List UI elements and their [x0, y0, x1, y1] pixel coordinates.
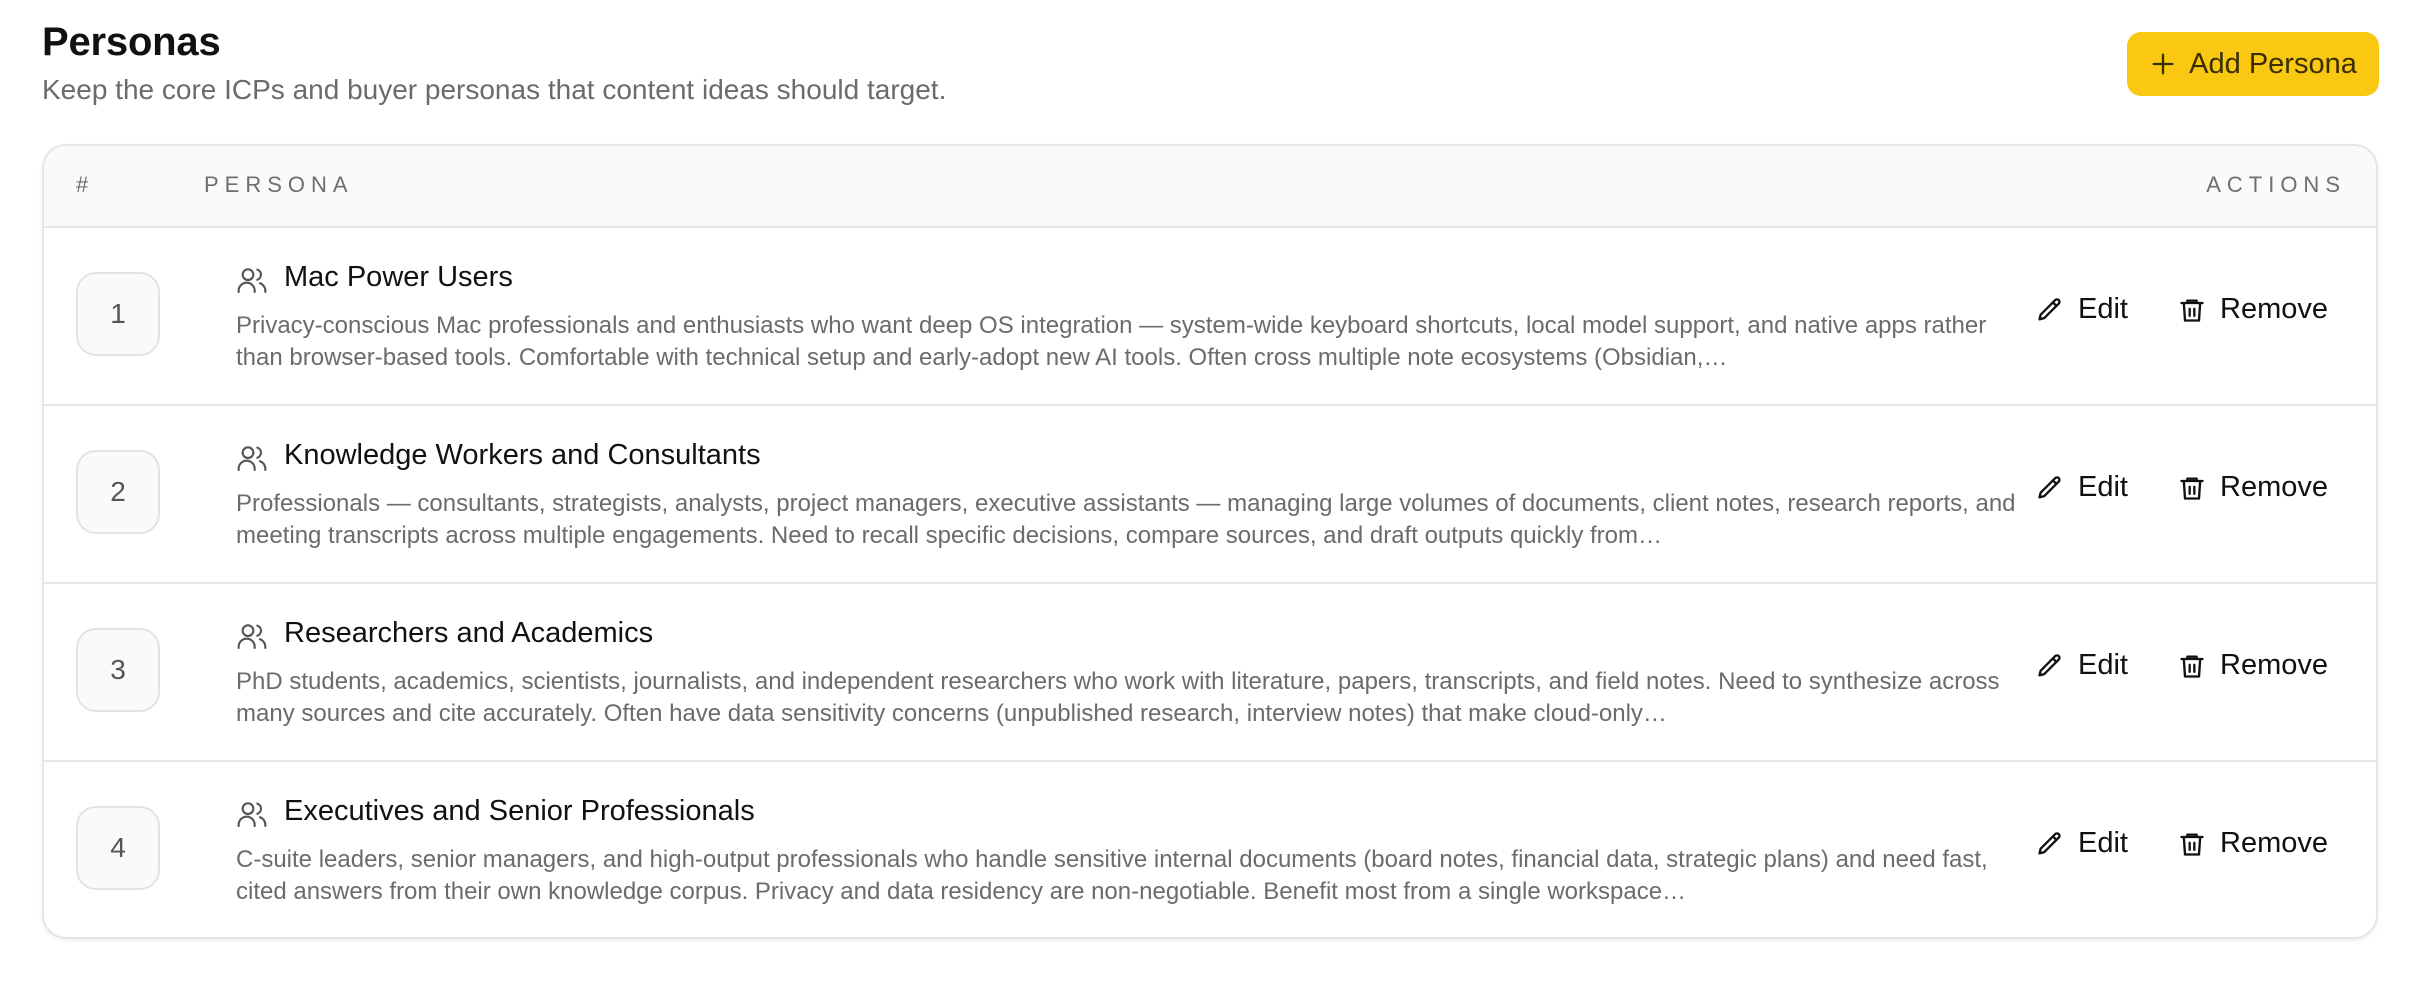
- persona-description: Professionals — consultants, strategists…: [236, 490, 2016, 549]
- trash-icon: [2180, 833, 2204, 856]
- pencil-icon: [2038, 831, 2061, 854]
- table-row: 3 Researchers and Academics PhD students…: [44, 584, 2376, 762]
- edit-button[interactable]: Edit: [2036, 471, 2128, 504]
- column-header-persona: PERSONA: [204, 172, 354, 197]
- plus-icon: [2152, 53, 2174, 75]
- persona-name: Executives and Senior Professionals: [284, 795, 755, 827]
- persona-name: Researchers and Academics: [284, 617, 654, 649]
- persona-name: Knowledge Workers and Consultants: [284, 439, 761, 471]
- column-header-actions: ACTIONS: [2206, 172, 2346, 197]
- table-row: 1 Mac Power Users Privacy-conscious Mac …: [44, 228, 2376, 406]
- personas-table: # PERSONA ACTIONS 1 Mac Power Users Priv…: [42, 144, 2378, 939]
- trash-icon: [2180, 477, 2204, 500]
- remove-button[interactable]: Remove: [2178, 471, 2328, 504]
- table-header: # PERSONA ACTIONS: [44, 146, 2376, 228]
- add-persona-button[interactable]: Add Persona: [2127, 32, 2379, 96]
- persona-description: PhD students, academics, scientists, jou…: [236, 668, 2000, 727]
- table-row: 4 Executives and Senior Professionals C-…: [44, 762, 2376, 937]
- remove-label: Remove: [2220, 293, 2328, 325]
- edit-button[interactable]: Edit: [2036, 293, 2128, 326]
- edit-label: Edit: [2078, 471, 2128, 503]
- users-icon: [237, 268, 267, 294]
- add-persona-label: Add Persona: [2189, 47, 2357, 80]
- row-number-badge: 4: [76, 806, 160, 890]
- users-icon: [237, 624, 267, 650]
- persona-description: C-suite leaders, senior managers, and hi…: [236, 846, 1988, 905]
- users-icon: [237, 446, 267, 472]
- edit-button[interactable]: Edit: [2036, 827, 2128, 860]
- remove-label: Remove: [2220, 471, 2328, 503]
- row-number-badge: 3: [76, 628, 160, 712]
- persona-name: Mac Power Users: [284, 261, 513, 293]
- table-row: 2 Knowledge Workers and Consultants Prof…: [44, 406, 2376, 584]
- edit-label: Edit: [2078, 827, 2128, 859]
- edit-label: Edit: [2078, 293, 2128, 325]
- row-number-badge: 1: [76, 272, 160, 356]
- remove-button[interactable]: Remove: [2178, 827, 2328, 860]
- column-header-number: #: [76, 172, 95, 197]
- pencil-icon: [2038, 475, 2061, 498]
- pencil-icon: [2038, 297, 2061, 320]
- trash-icon: [2180, 299, 2204, 322]
- pencil-icon: [2038, 653, 2061, 676]
- remove-label: Remove: [2220, 649, 2328, 681]
- persona-description: Privacy-conscious Mac professionals and …: [236, 312, 1987, 371]
- remove-button[interactable]: Remove: [2178, 293, 2328, 326]
- edit-button[interactable]: Edit: [2036, 649, 2128, 682]
- page-title: Personas: [42, 20, 221, 64]
- remove-button[interactable]: Remove: [2178, 649, 2328, 682]
- row-number-badge: 2: [76, 450, 160, 534]
- remove-label: Remove: [2220, 827, 2328, 859]
- trash-icon: [2180, 655, 2204, 678]
- edit-label: Edit: [2078, 649, 2128, 681]
- users-icon: [237, 802, 267, 828]
- page-subtitle: Keep the core ICPs and buyer personas th…: [42, 74, 947, 105]
